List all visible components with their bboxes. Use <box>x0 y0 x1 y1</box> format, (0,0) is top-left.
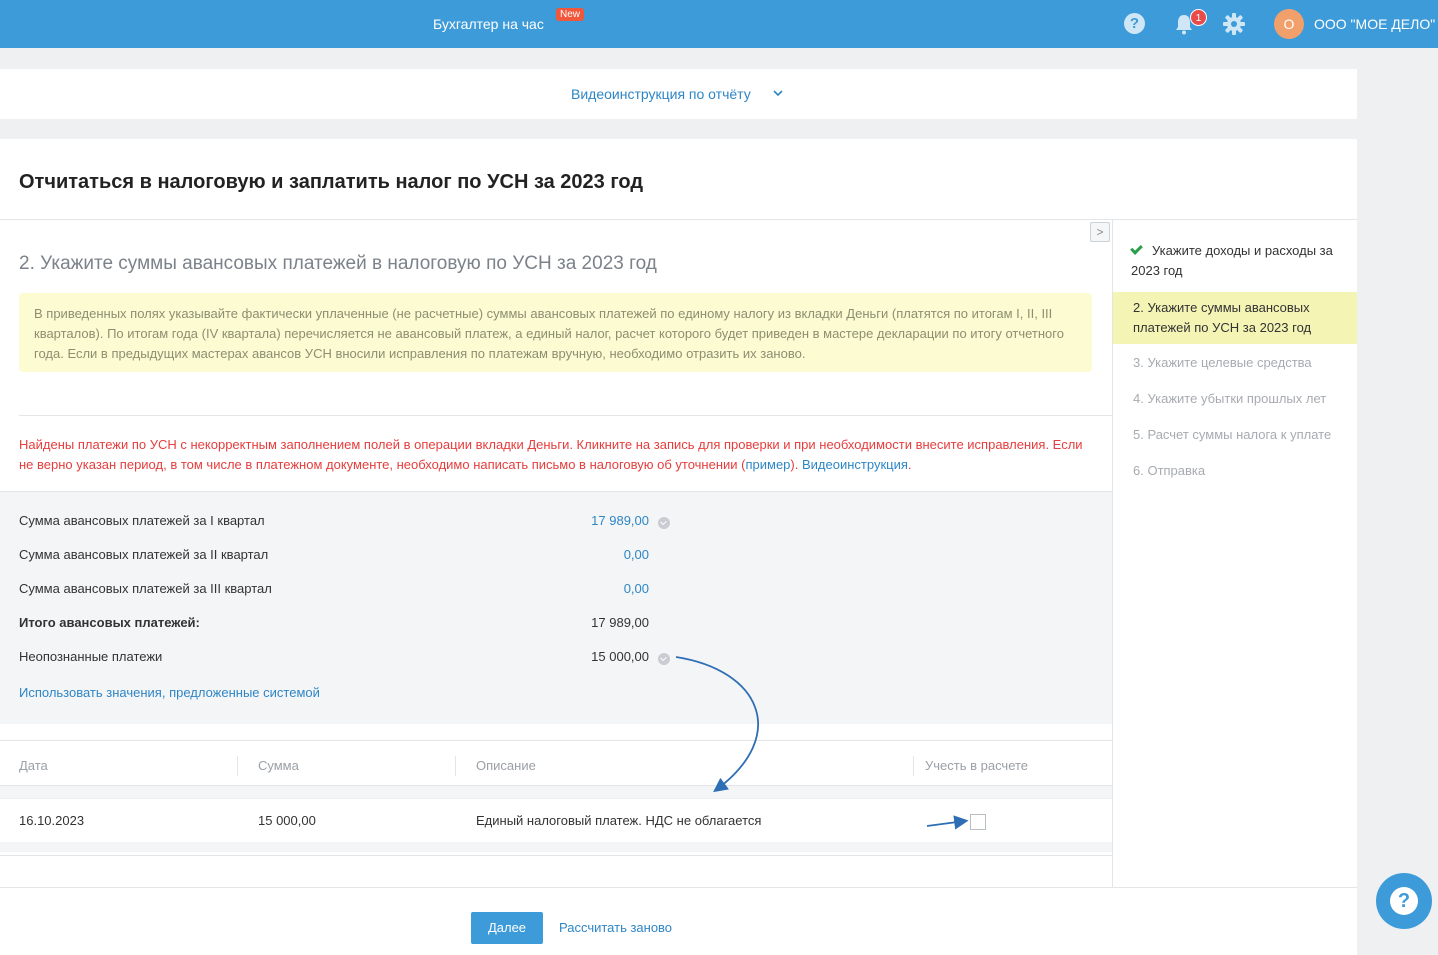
total-value: 17 989,00 <box>591 615 649 630</box>
video-instruction-inline-link[interactable]: Видеоинструкция <box>802 457 908 472</box>
step-label: Укажите доходы и расходы за 2023 год <box>1131 243 1333 278</box>
divider <box>0 887 1357 888</box>
recalculate-link[interactable]: Рассчитать заново <box>559 920 672 935</box>
column-header-description: Описание <box>476 758 536 773</box>
column-divider <box>237 756 238 776</box>
q3-row: Сумма авансовых платежей за III квартал … <box>19 581 659 601</box>
step-label: 6. Отправка <box>1133 463 1206 478</box>
step-heading: 2. Укажите суммы авансовых платежей в на… <box>19 253 657 274</box>
step-item-tax-calculation[interactable]: 5. Расчет суммы налога к уплате <box>1113 425 1357 445</box>
help-icon[interactable]: ? <box>1124 13 1145 34</box>
table-row[interactable]: 16.10.2023 15 000,00 Единый налоговый пл… <box>0 798 1112 842</box>
floating-help-button[interactable]: ? <box>1376 873 1432 929</box>
column-header-date: Дата <box>19 758 48 773</box>
advance-payments-panel: Сумма авансовых платежей за I квартал 17… <box>0 491 1112 724</box>
check-circle-icon[interactable] <box>658 517 670 529</box>
video-instruction-link[interactable]: Видеоинструкция по отчёту <box>571 86 751 102</box>
example-link[interactable]: пример <box>745 457 790 472</box>
divider <box>19 415 1112 416</box>
check-icon <box>1130 242 1143 255</box>
q1-row: Сумма авансовых платежей за I квартал 17… <box>19 513 659 533</box>
row-description: Единый налоговый платеж. НДС не облагает… <box>476 813 762 828</box>
wizard-steps-sidebar: Укажите доходы и расходы за 2023 год 2. … <box>1112 220 1357 888</box>
step-item-sending[interactable]: 6. Отправка <box>1113 461 1357 481</box>
page-title: Отчитаться в налоговую и заплатить налог… <box>19 171 644 193</box>
top-bar: Бухгалтер на час New ? 1 О ООО "МОЕ ДЕЛО… <box>0 0 1438 48</box>
table-header: Дата Сумма Описание Учесть в расчете <box>0 740 1112 786</box>
row-sum: 15 000,00 <box>258 813 316 828</box>
gear-icon[interactable] <box>1223 13 1245 35</box>
company-name[interactable]: ООО "МОЕ ДЕЛО" <box>1314 16 1435 32</box>
unknown-payments-row: Неопознанные платежи 15 000,00 <box>19 649 659 669</box>
main-panel: > 2. Укажите суммы авансовых платежей в … <box>0 220 1112 888</box>
row-date: 16.10.2023 <box>19 813 85 828</box>
video-instruction-bar: Видеоинструкция по отчёту <box>0 69 1357 119</box>
step-item-target-funds[interactable]: 3. Укажите целевые средства <box>1113 353 1357 373</box>
q3-value[interactable]: 0,00 <box>529 581 649 596</box>
next-button[interactable]: Далее <box>471 912 543 944</box>
notification-count-badge: 1 <box>1190 9 1207 26</box>
new-badge: New <box>556 8 585 21</box>
include-in-calculation-checkbox[interactable] <box>970 814 986 830</box>
q1-value[interactable]: 17 989,00 <box>529 513 649 528</box>
avatar[interactable]: О <box>1274 9 1304 39</box>
warning-message: Найдены платежи по УСН с некорректным за… <box>19 437 1083 472</box>
collapse-sidebar-button[interactable]: > <box>1090 222 1110 242</box>
step-label: 3. Укажите целевые средства <box>1133 355 1312 370</box>
column-divider <box>455 756 456 776</box>
check-circle-icon[interactable] <box>658 653 670 665</box>
q2-value[interactable]: 0,00 <box>529 547 649 562</box>
unknown-payments-value: 15 000,00 <box>591 649 649 664</box>
q3-label: Сумма авансовых платежей за III квартал <box>19 581 272 596</box>
divider <box>0 855 1112 856</box>
q2-label: Сумма авансовых платежей за II квартал <box>19 547 269 562</box>
step-label: 5. Расчет суммы налога к уплате <box>1133 427 1332 442</box>
column-header-include: Учесть в расчете <box>925 758 1029 773</box>
q1-label: Сумма авансовых платежей за I квартал <box>19 513 265 528</box>
step-label: 4. Укажите убытки прошлых лет <box>1133 391 1327 406</box>
step-item-income-expenses[interactable]: Укажите доходы и расходы за 2023 год <box>1113 241 1357 281</box>
step-item-previous-losses[interactable]: 4. Укажите убытки прошлых лет <box>1113 389 1357 409</box>
report-card: Отчитаться в налоговую и заплатить налог… <box>0 139 1357 955</box>
step-label: 2. Укажите суммы авансовых платежей по У… <box>1133 300 1312 335</box>
q2-row: Сумма авансовых платежей за II квартал 0… <box>19 547 659 567</box>
total-label: Итого авансовых платежей: <box>19 615 200 630</box>
service-link[interactable]: Бухгалтер на час <box>433 16 544 32</box>
info-box: В приведенных полях указывайте фактическ… <box>19 293 1092 372</box>
use-suggested-values-link[interactable]: Использовать значения, предложенные сист… <box>19 685 320 700</box>
total-row: Итого авансовых платежей: 17 989,00 <box>19 615 659 635</box>
column-header-sum: Сумма <box>258 758 299 773</box>
chevron-down-icon[interactable] <box>773 88 783 98</box>
column-divider <box>913 756 914 776</box>
unknown-payments-label: Неопознанные платежи <box>19 649 163 664</box>
question-icon: ? <box>1390 887 1418 915</box>
step-item-advance-payments[interactable]: 2. Укажите суммы авансовых платежей по У… <box>1113 292 1357 344</box>
